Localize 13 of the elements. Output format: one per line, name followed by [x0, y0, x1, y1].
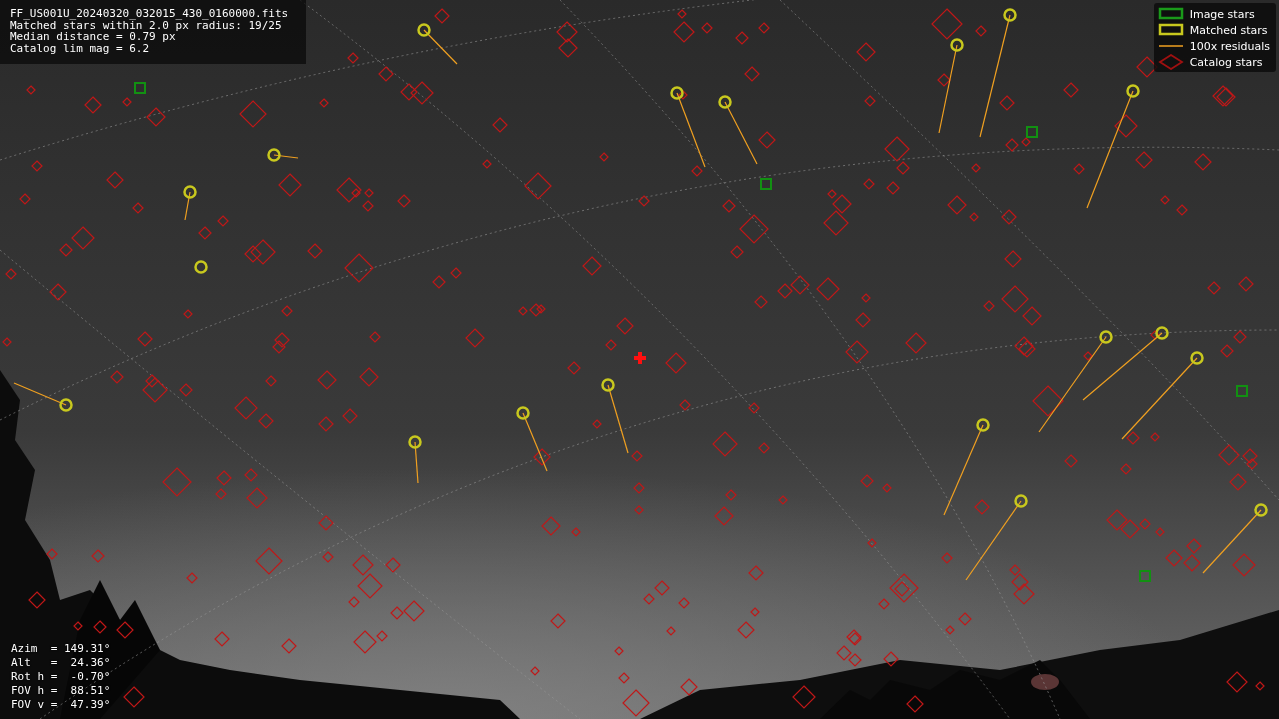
- legend-label: Image stars: [1189, 7, 1255, 21]
- info-text: Catalog lim mag = 6.2: [10, 42, 151, 54]
- readout-text: Rot h = -0.70°: [11, 670, 111, 684]
- info-text: Median distance = 0.79 px: [10, 31, 176, 43]
- info-text: Matched stars within 2.0 px radius: 19/25: [10, 19, 282, 31]
- legend-label: Matched stars: [1189, 23, 1268, 37]
- legend-label: 100x residuals: [1189, 39, 1270, 53]
- legend-label: Catalog stars: [1189, 55, 1263, 69]
- info-text: FF_US001U_20240320_032015_430_0160000.fits: [10, 8, 290, 20]
- readout-text: Alt = 24.36°: [11, 656, 111, 670]
- readout-text: FOV h = 88.51°: [11, 684, 111, 698]
- readout-text: FOV v = 47.39°: [11, 698, 111, 712]
- readout-text: Azim = 149.31°: [11, 642, 111, 656]
